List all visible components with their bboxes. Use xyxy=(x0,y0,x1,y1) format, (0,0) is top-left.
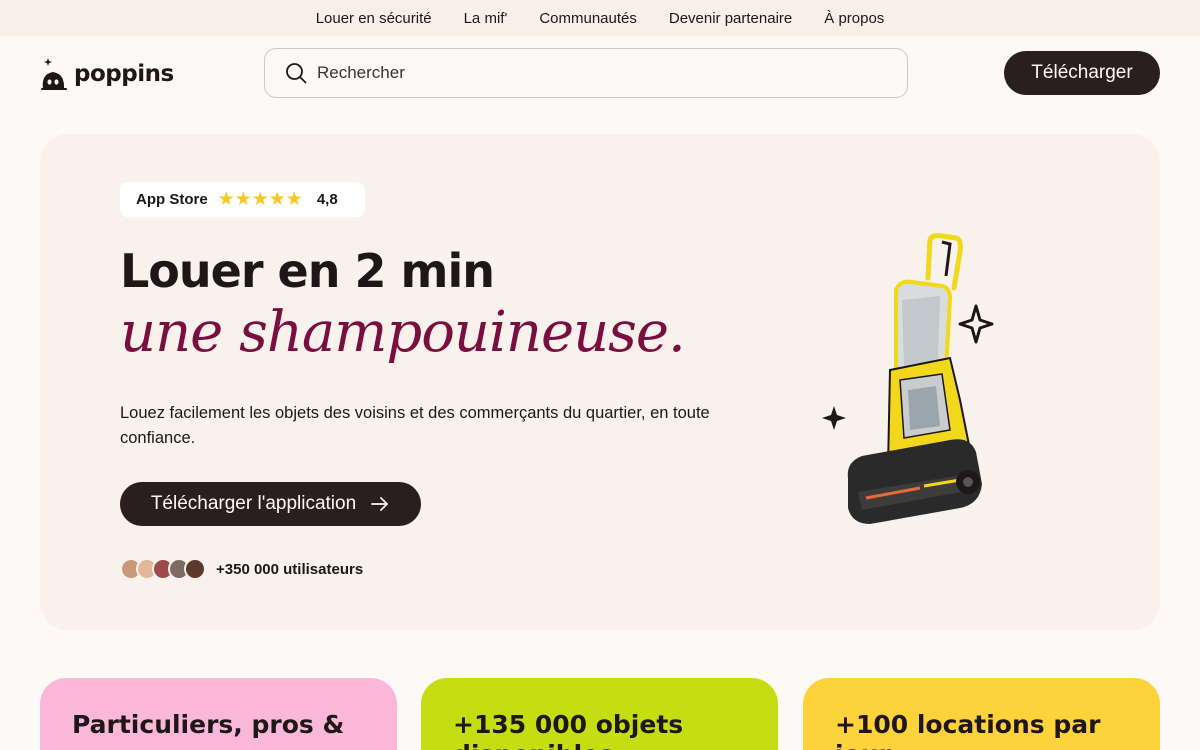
feature-card-particuliers: Particuliers, pros & xyxy=(40,678,397,750)
users-count-row: +350 000 utilisateurs xyxy=(120,558,363,580)
rating-score: 4,8 xyxy=(316,191,338,208)
nav-link-devenir-partenaire[interactable]: Devenir partenaire xyxy=(669,10,792,27)
rating-store-name: App Store xyxy=(136,191,208,208)
user-avatars xyxy=(120,558,206,580)
arrow-right-icon xyxy=(371,497,389,511)
download-app-label: Télécharger l'application xyxy=(150,493,357,514)
top-nav: Louer en sécurité La mif' Communautés De… xyxy=(0,0,1200,36)
feature-card-locations: +100 locations par jour xyxy=(803,678,1160,750)
search-icon xyxy=(286,63,307,84)
brand-name: poppins xyxy=(74,61,174,87)
feature-card-title: +100 locations par jour xyxy=(835,710,1101,750)
app-store-rating: App Store ★★★★★ 4,8 xyxy=(120,182,365,217)
hero-subtitle-item: une shampouineuse. xyxy=(120,300,686,365)
download-button[interactable]: Télécharger xyxy=(1004,51,1160,95)
nav-link-louer-securite[interactable]: Louer en sécurité xyxy=(316,10,432,27)
nav-link-communautes[interactable]: Communautés xyxy=(539,10,637,27)
hero-title: Louer en 2 min xyxy=(120,244,495,298)
carpet-cleaner-product-image xyxy=(822,233,994,524)
avatar xyxy=(184,558,206,580)
header: poppins Télécharger xyxy=(0,36,1200,110)
logo[interactable]: poppins xyxy=(40,56,174,92)
users-count: +350 000 utilisateurs xyxy=(216,560,364,578)
feature-card-title: Particuliers, pros & xyxy=(72,710,345,739)
search-bar[interactable] xyxy=(264,48,908,98)
star-rating-icons: ★★★★★ xyxy=(217,189,303,210)
nav-link-la-mif[interactable]: La mif' xyxy=(464,10,508,27)
nav-link-a-propos[interactable]: À propos xyxy=(824,10,884,27)
hero-description: Louez facilement les objets des voisins … xyxy=(120,404,710,447)
feature-card-objets: +135 000 objets disponibles xyxy=(421,678,778,750)
hero-section: App Store ★★★★★ 4,8 Louer en 2 min une s… xyxy=(40,134,1160,630)
poppins-mascot-icon xyxy=(41,58,67,90)
download-app-button[interactable]: Télécharger l'application xyxy=(120,482,421,526)
search-input[interactable] xyxy=(317,63,877,83)
feature-card-title: +135 000 objets disponibles xyxy=(453,710,684,750)
